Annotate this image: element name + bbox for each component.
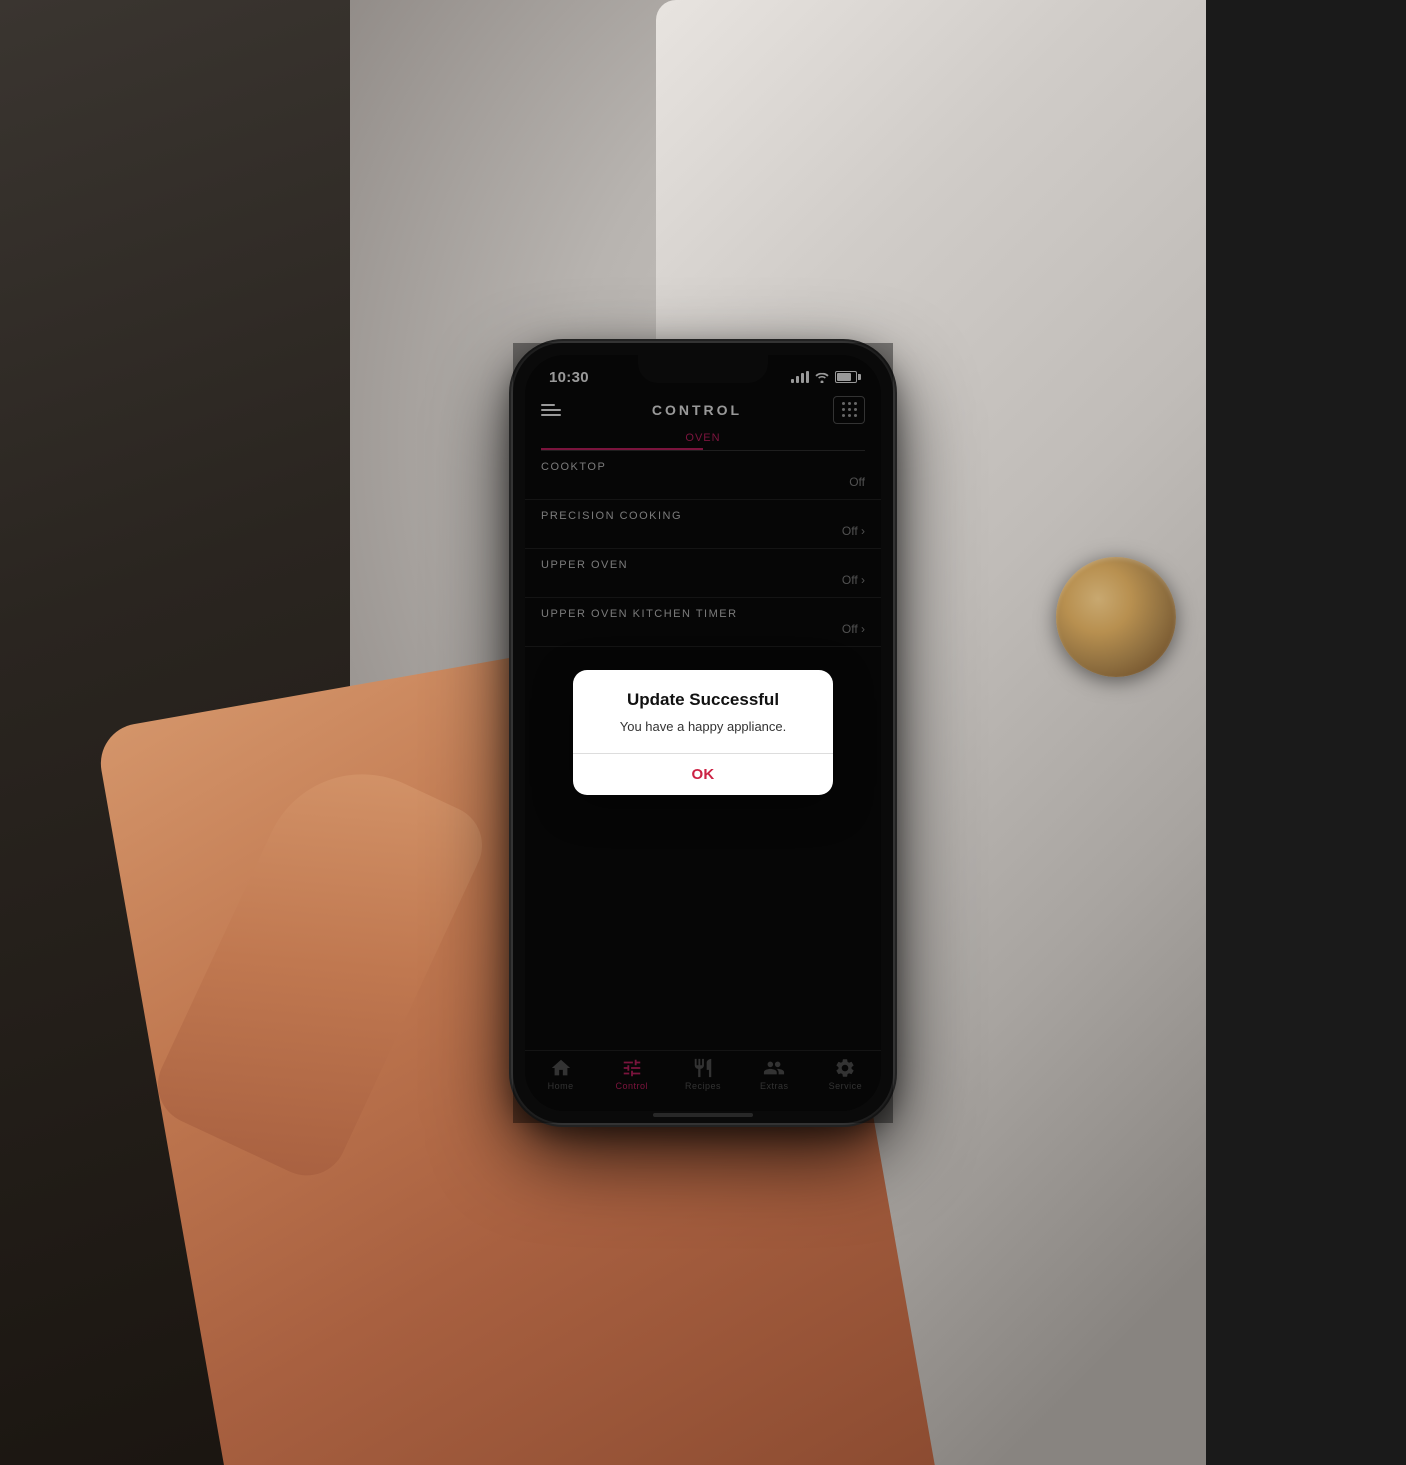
phone-screen: 10:30	[525, 355, 881, 1111]
phone-wrapper: 10:30	[513, 343, 893, 1123]
controls-list: COOKTOP Off PRECISION COOKING Off › UPPE…	[525, 451, 881, 1050]
bg-oven-knob	[1056, 557, 1176, 677]
modal-box: Update Successful You have a happy appli…	[573, 670, 833, 794]
modal-content: Update Successful You have a happy appli…	[573, 670, 833, 752]
phone-device: 10:30	[513, 343, 893, 1123]
bg-dark-panel	[1206, 0, 1406, 1465]
modal-title: Update Successful	[593, 690, 813, 710]
modal-message: You have a happy appliance.	[593, 718, 813, 736]
modal-overlay: Update Successful You have a happy appli…	[525, 451, 881, 1050]
modal-ok-button[interactable]: OK	[573, 754, 833, 795]
modal-actions: OK	[573, 754, 833, 795]
